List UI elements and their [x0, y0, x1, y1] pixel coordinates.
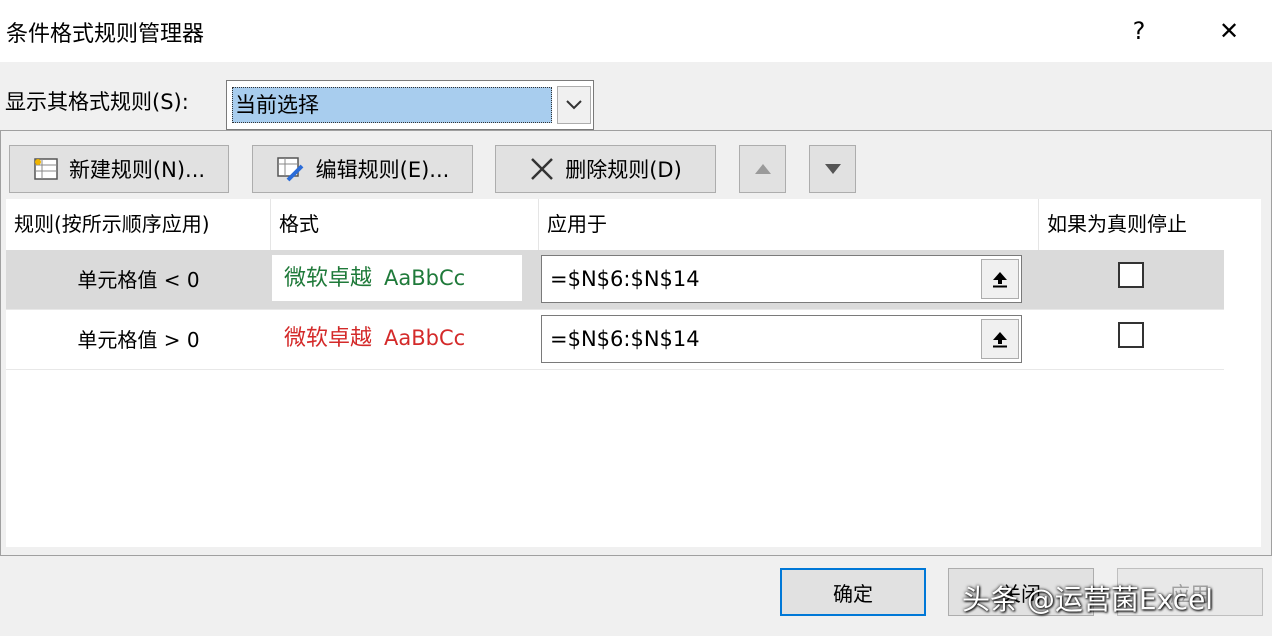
table-row[interactable]: 单元格值 < 0 微软卓越 AaBbCc =$N$6:$N$14 — [6, 250, 1224, 310]
close-icon: ✕ — [1218, 17, 1240, 45]
format-preview-cn: 微软卓越 — [284, 266, 373, 291]
delete-icon — [529, 156, 555, 182]
delete-rule-label: 删除规则(D) — [565, 158, 682, 182]
ok-button[interactable]: 确定 — [780, 568, 926, 616]
triangle-up-icon — [754, 164, 771, 174]
applies-to-value[interactable]: =$N$6:$N$14 — [550, 256, 700, 302]
collapse-dialog-button[interactable] — [981, 319, 1019, 359]
column-header-applies-to[interactable]: 应用于 — [539, 199, 1039, 251]
rules-list: 规则(按所示顺序应用) 格式 应用于 如果为真则停止 单元格值 < 0 微软卓越… — [6, 199, 1261, 547]
arrow-up-icon — [993, 272, 1007, 288]
chevron-down-icon[interactable] — [557, 86, 591, 124]
applies-to-field[interactable]: =$N$6:$N$14 — [541, 255, 1022, 303]
help-button[interactable]: ? — [1116, 8, 1162, 54]
arrow-up-icon — [993, 332, 1007, 348]
edit-rule-label: 编辑规则(E)... — [315, 158, 450, 182]
move-down-button[interactable] — [809, 145, 856, 193]
applies-to-value[interactable]: =$N$6:$N$14 — [550, 316, 700, 362]
collapse-dialog-button[interactable] — [981, 259, 1019, 299]
format-preview-cn: 微软卓越 — [284, 326, 373, 351]
window-title: 条件格式规则管理器 — [6, 22, 205, 47]
move-up-button[interactable] — [739, 145, 786, 193]
title-bar: 条件格式规则管理器 ? ✕ — [0, 0, 1272, 62]
show-rules-dropdown[interactable]: 当前选择 — [226, 80, 594, 130]
show-rules-label: 显示其格式规则(S): — [5, 90, 189, 114]
format-preview: 微软卓越 AaBbCc — [272, 255, 522, 301]
stop-if-true-checkbox[interactable] — [1118, 322, 1144, 348]
applies-to-field[interactable]: =$N$6:$N$14 — [541, 315, 1022, 363]
delete-rule-button[interactable]: 删除规则(D) — [495, 145, 716, 193]
new-rule-icon — [33, 157, 59, 181]
format-preview-en: AaBbCc — [384, 266, 466, 290]
edit-rule-icon — [276, 156, 306, 182]
new-rule-label: 新建规则(N)... — [68, 158, 206, 182]
triangle-down-icon — [824, 164, 841, 174]
column-header-stop-if-true[interactable]: 如果为真则停止 — [1039, 199, 1224, 251]
help-icon: ? — [1132, 17, 1146, 45]
stop-if-true-checkbox[interactable] — [1118, 262, 1144, 288]
rule-description: 单元格值 > 0 — [77, 328, 200, 352]
close-window-button[interactable]: ✕ — [1206, 8, 1252, 54]
column-header-format[interactable]: 格式 — [271, 199, 539, 251]
column-header-rule[interactable]: 规则(按所示顺序应用) — [6, 199, 271, 251]
show-rules-selected[interactable]: 当前选择 — [232, 87, 552, 123]
watermark: 头条 @运营菌Excel — [962, 583, 1214, 616]
rules-panel: 新建规则(N)... 编辑规则(E)... 删除规则(D) 规则(按所示顺序应用… — [0, 130, 1272, 556]
format-preview: 微软卓越 AaBbCc — [272, 315, 522, 361]
format-preview-en: AaBbCc — [384, 326, 466, 350]
edit-rule-button[interactable]: 编辑规则(E)... — [252, 145, 473, 193]
new-rule-button[interactable]: 新建规则(N)... — [9, 145, 229, 193]
rule-description: 单元格值 < 0 — [77, 268, 200, 292]
table-row[interactable]: 单元格值 > 0 微软卓越 AaBbCc =$N$6:$N$14 — [6, 310, 1224, 370]
